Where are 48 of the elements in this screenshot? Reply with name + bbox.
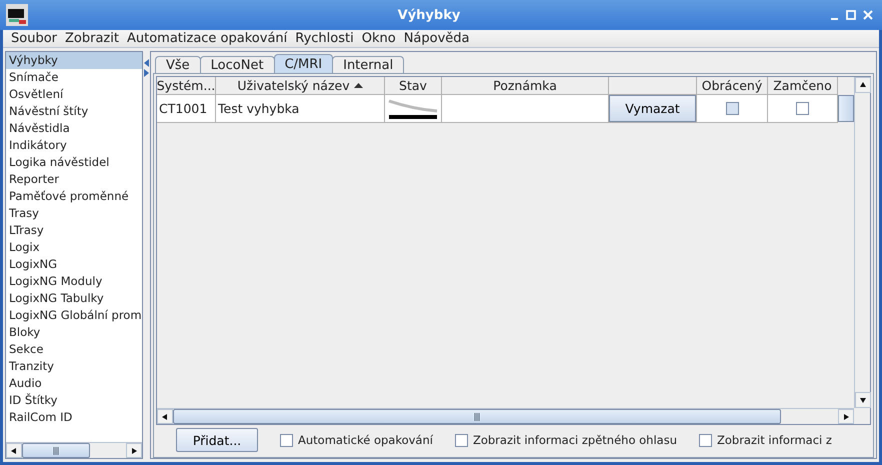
locomotive-icon: [6, 4, 28, 26]
add-button[interactable]: Přidat...: [176, 428, 258, 452]
tab[interactable]: Internal: [332, 56, 404, 73]
table-cell: CT1001: [157, 95, 216, 122]
right-arrow-icon: [130, 446, 138, 454]
row-handle[interactable]: [838, 95, 854, 122]
right-arrow-icon: [842, 412, 850, 420]
column-header[interactable]: Poznámka: [442, 77, 609, 95]
window-title: Výhybky: [396, 8, 462, 22]
column-header[interactable]: Obrácený: [697, 77, 768, 95]
up-arrow-icon: [859, 81, 867, 89]
scroll-up-button[interactable]: [855, 77, 871, 93]
table-cell: Test vyhybka: [216, 95, 385, 122]
menu-item[interactable]: Nápověda: [400, 31, 474, 46]
menu-item[interactable]: Soubor: [7, 31, 61, 46]
menu-item[interactable]: Rychlosti: [291, 31, 358, 46]
checkbox-label: Automatické opakování: [298, 433, 433, 447]
scroll-thumb[interactable]: [22, 443, 90, 458]
scroll-thumb[interactable]: [173, 409, 781, 424]
scroll-left-button[interactable]: [6, 443, 22, 458]
column-header[interactable]: Uživatelský název: [216, 77, 385, 95]
column-header[interactable]: Stav: [385, 77, 442, 95]
locked-checkbox[interactable]: [796, 102, 809, 115]
left-arrow-icon: [161, 412, 169, 420]
scroll-left-button[interactable]: [157, 409, 173, 424]
sort-ascending-icon: [354, 83, 363, 88]
sidebar-item[interactable]: Výhybky: [6, 52, 142, 69]
menu-item[interactable]: Okno: [358, 31, 400, 46]
menu-item[interactable]: Automatizace opakování: [122, 31, 292, 46]
grip-icon: [474, 412, 480, 420]
down-arrow-icon: [859, 396, 867, 404]
checkbox[interactable]: [454, 434, 468, 446]
column-header[interactable]: Zamčeno: [768, 77, 838, 95]
inverted-checkbox[interactable]: [726, 102, 738, 115]
scroll-right-button[interactable]: [126, 443, 142, 458]
column-header[interactable]: Systém...: [157, 77, 216, 95]
checkbox-label: Zobrazit informaci zpětného ohlasu: [472, 433, 677, 447]
left-arrow-icon: [10, 446, 18, 454]
delete-button[interactable]: Vymazat: [609, 95, 696, 122]
tab[interactable]: Vše: [155, 56, 201, 73]
menu-item[interactable]: Zobrazit: [61, 31, 123, 46]
scroll-down-button[interactable]: [855, 392, 871, 408]
grip-icon: [52, 446, 60, 454]
scroll-right-button[interactable]: [838, 409, 854, 424]
checkbox-label: Zobrazit informaci z: [716, 433, 832, 447]
checkbox[interactable]: [698, 434, 712, 446]
tab[interactable]: C/MRI: [274, 54, 334, 73]
checkbox[interactable]: [280, 434, 293, 446]
